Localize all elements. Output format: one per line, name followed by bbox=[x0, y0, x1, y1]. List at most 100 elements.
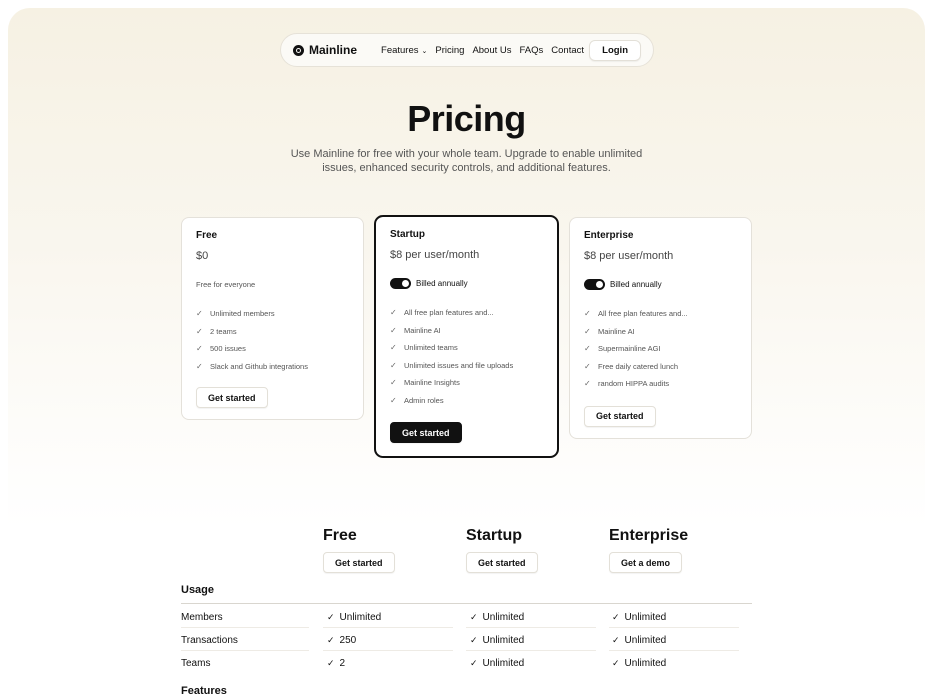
check-icon: ✓ bbox=[196, 344, 203, 354]
table-cell: ✓ Unlimited bbox=[612, 612, 666, 623]
mainline-logo-icon bbox=[293, 44, 304, 56]
get-started-button-enterprise[interactable]: Get started bbox=[584, 405, 656, 427]
plan-feature: ✓ Mainline AI bbox=[584, 323, 737, 341]
table-cell: ✓ Unlimited bbox=[612, 635, 666, 646]
table-cell: ✓ 250 bbox=[327, 635, 356, 646]
billing-toggle[interactable] bbox=[390, 278, 411, 289]
check-icon: ✓ bbox=[584, 344, 591, 354]
page-subtitle: Use Mainline for free with your whole te… bbox=[290, 148, 643, 174]
check-icon: ✓ bbox=[327, 612, 335, 622]
plan-card-enterprise: Enterprise $8 per user/month Billed annu… bbox=[569, 217, 752, 439]
plan-feature-list: ✓ All free plan features and... ✓ Mainline… bbox=[584, 305, 737, 393]
check-icon: ✓ bbox=[470, 635, 478, 645]
table-cell-value: 2 bbox=[339, 658, 346, 669]
plan-feature-text: Unlimited teams bbox=[404, 343, 458, 353]
plan-card-free: Free $0 Free for everyone ✓ Unlimited mem… bbox=[181, 217, 364, 420]
plan-feature-text: Unlimited members bbox=[210, 309, 275, 319]
billing-toggle[interactable] bbox=[584, 279, 605, 290]
plan-feature: ✓ Unlimited teams bbox=[390, 339, 543, 357]
chevron-down-icon: ⌄ bbox=[421, 47, 428, 55]
table-cell-value: Unlimited bbox=[624, 612, 667, 623]
check-icon: ✓ bbox=[390, 378, 397, 388]
plan-feature: ✓ Mainline AI bbox=[390, 322, 543, 340]
billing-toggle-label: Billed annually bbox=[416, 279, 468, 288]
table-cell-value: Unlimited bbox=[624, 635, 667, 646]
plan-name: Free bbox=[196, 230, 218, 241]
table-cell: ✓ Unlimited bbox=[612, 658, 666, 669]
plan-feature-text: All free plan features and... bbox=[404, 308, 494, 318]
billing-toggle-row: Billed annually bbox=[390, 278, 543, 289]
plan-feature-text: Supermainline AGI bbox=[598, 344, 661, 354]
check-icon: ✓ bbox=[470, 612, 478, 622]
check-icon: ✓ bbox=[612, 658, 620, 668]
plan-price: $0 bbox=[196, 250, 209, 262]
table-cell: ✓ Unlimited bbox=[470, 658, 524, 669]
nav-link-contact[interactable]: Contact bbox=[551, 45, 584, 56]
row-divider bbox=[181, 650, 309, 651]
plan-name: Startup bbox=[390, 229, 425, 240]
table-cell: ✓ Unlimited bbox=[470, 612, 524, 623]
billing-toggle-label: Billed annually bbox=[610, 280, 662, 289]
row-divider bbox=[181, 627, 309, 628]
table-cell-value: Unlimited bbox=[482, 635, 525, 646]
page-title: Pricing bbox=[407, 98, 526, 139]
nav-link-pricing[interactable]: Pricing bbox=[435, 45, 464, 56]
get-started-button-free[interactable]: Get started bbox=[196, 387, 268, 408]
plan-feature: ✓ 500 issues bbox=[196, 340, 349, 358]
check-icon: ✓ bbox=[196, 326, 203, 336]
compare-get-demo-enterprise[interactable]: Get a demo bbox=[609, 552, 683, 573]
plan-feature-list: ✓ Unlimited members ✓ 2 teams ✓ 500 issues … bbox=[196, 305, 349, 375]
plan-name: Enterprise bbox=[584, 230, 634, 241]
plan-price: $8 per user/month bbox=[584, 250, 674, 262]
plan-feature-text: Slack and Github integrations bbox=[210, 361, 308, 371]
plan-feature-text: 2 teams bbox=[210, 326, 237, 336]
table-cell-value: Unlimited bbox=[482, 612, 525, 623]
plan-feature-list: ✓ All free plan features and... ✓ Mainline… bbox=[390, 304, 543, 409]
check-icon: ✓ bbox=[390, 360, 397, 370]
plan-feature: ✓ Admin roles bbox=[390, 392, 543, 410]
plan-feature: ✓ All free plan features and... bbox=[584, 305, 737, 323]
get-started-button-startup[interactable]: Get started bbox=[390, 422, 462, 443]
compare-get-started-startup[interactable]: Get started bbox=[466, 552, 538, 573]
check-icon: ✓ bbox=[612, 612, 620, 622]
brand-name: Mainline bbox=[309, 43, 358, 57]
check-icon: ✓ bbox=[584, 379, 591, 389]
brand-logo[interactable]: Mainline bbox=[293, 43, 357, 57]
nav-link-faqs[interactable]: FAQs bbox=[520, 45, 544, 56]
plan-feature-text: Free daily catered lunch bbox=[598, 361, 679, 371]
table-cell: ✓ Unlimited bbox=[327, 612, 381, 623]
compare-get-started-free[interactable]: Get started bbox=[323, 552, 395, 573]
row-divider bbox=[609, 627, 739, 628]
plan-price: $8 per user/month bbox=[390, 249, 480, 261]
check-icon: ✓ bbox=[390, 308, 397, 318]
plan-feature: ✓ All free plan features and... bbox=[390, 304, 543, 322]
check-icon: ✓ bbox=[584, 309, 591, 319]
top-nav: Mainline Features ⌄ Pricing About Us FAQs… bbox=[280, 33, 654, 67]
login-button[interactable]: Login bbox=[589, 39, 641, 61]
nav-link-features[interactable]: Features ⌄ bbox=[381, 45, 427, 56]
nav-links: Features ⌄ Pricing About Us FAQs Contact bbox=[381, 45, 584, 56]
table-cell-value: 250 bbox=[339, 635, 357, 646]
row-divider bbox=[466, 627, 596, 628]
plan-feature-text: Unlimited issues and file uploads bbox=[404, 360, 514, 370]
row-divider bbox=[466, 650, 596, 651]
check-icon: ✓ bbox=[327, 635, 335, 645]
row-label-teams: Teams bbox=[181, 658, 211, 669]
plan-feature: ✓ Mainline Insights bbox=[390, 374, 543, 392]
table-cell-value: Unlimited bbox=[482, 658, 525, 669]
table-cell: ✓ 2 bbox=[327, 658, 345, 669]
billing-toggle-row: Billed annually bbox=[584, 279, 737, 290]
table-cell-value: Unlimited bbox=[339, 612, 382, 623]
table-cell-value: Unlimited bbox=[624, 658, 667, 669]
plan-feature: ✓ Supermainline AGI bbox=[584, 340, 737, 358]
plan-feature-text: 500 issues bbox=[210, 344, 246, 354]
plan-feature-text: Admin roles bbox=[404, 395, 444, 405]
row-divider bbox=[323, 627, 453, 628]
table-cell: ✓ Unlimited bbox=[470, 635, 524, 646]
compare-column-enterprise: Enterprise bbox=[609, 527, 689, 544]
plan-feature: ✓ Free daily catered lunch bbox=[584, 358, 737, 376]
nav-link-features-label: Features bbox=[381, 44, 419, 56]
check-icon: ✓ bbox=[390, 395, 397, 405]
nav-link-about[interactable]: About Us bbox=[472, 45, 511, 56]
plan-feature: ✓ Unlimited members bbox=[196, 305, 349, 323]
